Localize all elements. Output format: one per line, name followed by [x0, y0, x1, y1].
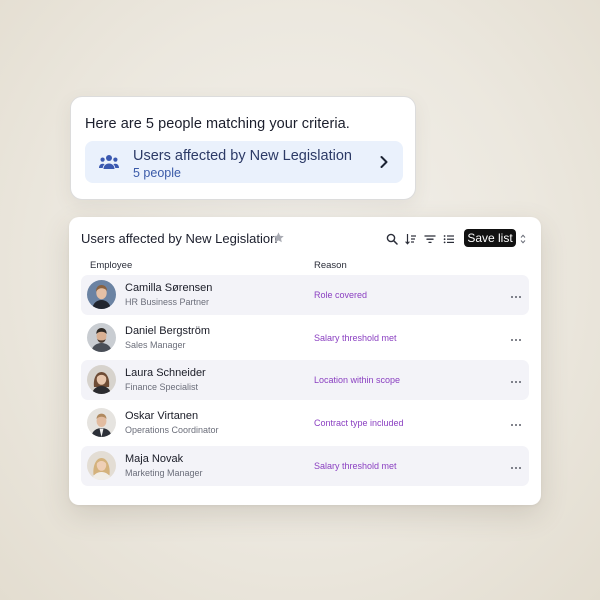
chip-people-count: 5 people [133, 166, 181, 180]
employee-role: Finance Specialist [125, 382, 199, 393]
column-header-reason[interactable]: Reason [314, 260, 347, 271]
employee-name: Oskar Virtanen [125, 410, 199, 423]
save-list-button[interactable]: Save list [464, 229, 516, 247]
column-header-employee[interactable]: Employee [90, 260, 132, 271]
avatar [87, 322, 116, 352]
reason-text: Role covered [314, 290, 368, 300]
more-options-icon[interactable] [510, 374, 522, 384]
assistant-message-card: Here are 5 people matching your criteria… [70, 96, 416, 200]
reason-text: Salary threshold met [314, 460, 397, 471]
user-rows: Camilla Sørensen HR Business Partner Rol… [81, 275, 529, 488]
reason-text: Location within scope [314, 375, 401, 386]
employee-role: HR Business Partner [125, 297, 210, 307]
sort-arrows-icon[interactable] [520, 232, 526, 244]
employee-name: Maja Novak [125, 452, 184, 465]
reason-text: Salary threshold met [314, 332, 397, 343]
more-options-icon[interactable] [510, 289, 522, 299]
reason-text: Contract type included [314, 418, 404, 429]
avatar [87, 408, 116, 438]
avatar [87, 365, 116, 395]
employee-name: Camilla Sørensen [125, 282, 213, 294]
more-options-icon[interactable] [510, 460, 522, 470]
table-row[interactable]: Laura Schneider Finance Specialist Locat… [81, 360, 529, 401]
table-row[interactable]: Maja Novak Marketing Manager Salary thre… [81, 445, 529, 486]
star-icon[interactable] [272, 231, 285, 244]
table-row[interactable]: Oskar Virtanen Operations Coordinator Co… [81, 403, 529, 443]
filter-icon[interactable] [424, 232, 436, 244]
employee-name: Laura Schneider [125, 367, 206, 380]
more-options-icon[interactable] [510, 332, 522, 342]
avatar [87, 450, 116, 480]
employee-name: Daniel Bergström [125, 324, 210, 337]
list-title: Users affected by New Legislation [81, 231, 278, 246]
chip-title: Users affected by New Legislation [133, 148, 352, 164]
chevron-right-icon [379, 155, 389, 169]
table-row[interactable]: Camilla Sørensen HR Business Partner Rol… [81, 275, 529, 315]
search-icon[interactable] [386, 232, 398, 245]
employee-role: Marketing Manager [125, 467, 203, 478]
avatar [87, 280, 116, 309]
list-options-icon[interactable] [443, 232, 455, 244]
employee-role: Operations Coordinator [125, 425, 219, 436]
assistant-message-text: Here are 5 people matching your criteria… [85, 116, 350, 132]
people-icon [99, 154, 119, 170]
sort-icon[interactable] [405, 232, 417, 245]
employee-role: Sales Manager [125, 339, 186, 350]
user-list-panel: Users affected by New Legislation Save l… [69, 217, 541, 505]
list-link-chip[interactable]: Users affected by New Legislation 5 peop… [85, 141, 403, 183]
more-options-icon[interactable] [510, 417, 522, 427]
table-row[interactable]: Daniel Bergström Sales Manager Salary th… [81, 318, 529, 358]
